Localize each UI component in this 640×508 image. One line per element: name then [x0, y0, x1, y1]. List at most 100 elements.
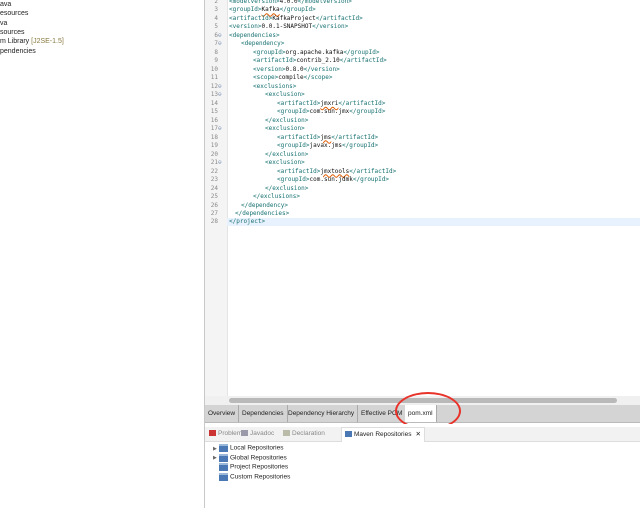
view-tab-javadoc[interactable]: Javadoc [241, 427, 274, 441]
xml-text: 4.0.0 [279, 0, 298, 5]
view-tab-declaration[interactable]: Declaration [283, 427, 325, 441]
editor-tab-overview[interactable]: Overview [205, 405, 240, 422]
tree-item[interactable]: esources [0, 10, 28, 17]
line-number: 13⊖ [205, 91, 225, 98]
xml-tag: </groupId> [349, 108, 386, 116]
line-number: 11 [205, 74, 225, 81]
code-line[interactable]: </exclusion> [265, 185, 308, 192]
line-number: 9 [205, 57, 225, 64]
line-number-gutter: 2 3 4 5 6⊖ 7⊖ 8 9 10 11 12⊖ 13⊖ 14 15 16 17⊖ 18 19 20 21⊖ 22… [205, 0, 228, 398]
xml-text: com.sun.jdmk [309, 176, 353, 184]
xml-text: javax.jms [309, 142, 343, 150]
line-number-text: 8 [214, 48, 218, 56]
line-number-text: 22 [210, 167, 218, 175]
line-number: 4 [205, 15, 225, 22]
repository-node[interactable]: ▶ Local Repositories [213, 444, 283, 452]
tree-item[interactable]: pendencies [0, 48, 36, 55]
fold-toggle-icon[interactable]: ⊖ [218, 32, 222, 39]
tree-item-label: va [0, 19, 8, 27]
fold-toggle-icon[interactable]: ⊖ [218, 83, 222, 90]
pom-xml-editor[interactable]: 2 3 4 5 6⊖ 7⊖ 8 9 10 11 12⊖ 13⊖ 14 15 16 17⊖ 18 19 20 21⊖ 22… [205, 0, 640, 398]
code-line[interactable]: <groupId>com.sun.jmx</groupId> [277, 108, 385, 115]
tree-item-label: sources [0, 28, 25, 36]
tree-item[interactable]: m Library [J2SE-1.5] [0, 38, 64, 45]
xml-tag: </version> [303, 65, 340, 73]
line-number-text: 27 [210, 210, 218, 217]
xml-text: compile [278, 74, 304, 82]
line-number: 19 [205, 142, 225, 149]
code-line[interactable]: <groupId>com.sun.jdmk</groupId> [277, 176, 389, 183]
xml-text: jms [320, 133, 332, 141]
code-line[interactable]: <groupId>javax.jms</groupId> [277, 142, 378, 149]
xml-tag: <artifactId> [277, 133, 321, 141]
xml-tag: </artifactId> [315, 14, 363, 22]
repository-label: Global Repositories [230, 454, 287, 462]
repository-node[interactable]: ▶ Global Repositories [213, 453, 287, 462]
line-number: 7⊖ [205, 40, 225, 47]
code-line[interactable]: <dependencies> [229, 32, 280, 39]
line-number-text: 24 [210, 184, 218, 192]
code-line[interactable]: <groupId>org.apache.kafka</groupId> [253, 49, 379, 56]
xml-tag: </exclusion> [265, 116, 309, 124]
view-tab-maven-repositories[interactable]: Maven Repositories ✕ [341, 427, 425, 442]
line-number: 16 [205, 117, 225, 124]
repository-icon [219, 463, 228, 471]
code-line[interactable]: </project> [229, 218, 265, 225]
view-tab-problems[interactable]: Problems [209, 427, 245, 441]
code-line[interactable]: <version>0.0.1-SNAPSHOT</version> [229, 23, 348, 30]
line-number-text: 9 [214, 57, 218, 65]
code-line[interactable]: </dependencies> [235, 210, 289, 217]
line-number-text: 13 [210, 91, 218, 99]
line-number-text: 20 [210, 150, 218, 158]
xml-tag: <artifactId> [253, 57, 297, 65]
code-line[interactable]: <artifactId>jmxri</artifactId> [277, 100, 385, 107]
xml-tag: </project> [229, 218, 266, 226]
line-number-text: 23 [210, 176, 218, 184]
repository-node[interactable]: Custom Repositories [213, 472, 290, 481]
code-line[interactable]: <artifactId>KafkaProject</artifactId> [229, 15, 363, 22]
line-number: 10 [205, 66, 225, 73]
code-line[interactable]: </exclusions> [253, 193, 300, 200]
code-line[interactable]: <exclusion> [265, 91, 305, 98]
tree-item[interactable]: sources [0, 29, 25, 36]
code-line[interactable]: <artifactId>jmxtools</artifactId> [277, 168, 396, 175]
tree-item[interactable]: va [0, 20, 7, 27]
code-line[interactable]: <groupId>Kafka</groupId> [229, 6, 316, 13]
editor-tab-dependencies[interactable]: Dependencies [239, 405, 288, 422]
line-number: 6⊖ [205, 32, 225, 39]
fold-toggle-icon[interactable]: ⊖ [218, 159, 222, 166]
code-line[interactable]: </exclusion> [265, 151, 308, 158]
fold-toggle-icon[interactable]: ⊖ [218, 125, 222, 132]
xml-text: org.apache.kafka [285, 48, 344, 56]
close-view-icon[interactable]: ✕ [415, 431, 420, 438]
xml-tag: </artifactId> [338, 99, 386, 107]
line-number-text: 25 [210, 193, 218, 201]
fold-toggle-icon[interactable]: ⊖ [218, 91, 222, 98]
code-line[interactable]: <scope>compile</scope> [253, 74, 333, 81]
code-line[interactable]: <version>0.8.0</version> [253, 66, 340, 73]
code-line[interactable]: <exclusion> [265, 159, 305, 166]
code-line[interactable]: <modelVersion>4.0.0</modelVersion> [229, 0, 352, 5]
xml-tag: </artifactId> [339, 57, 387, 65]
code-line[interactable]: <exclusion> [265, 125, 305, 132]
code-line[interactable]: <dependency> [241, 40, 284, 47]
xml-tag: <version> [229, 23, 262, 31]
line-number-text: 4 [214, 14, 218, 22]
xml-tag: <artifactId> [277, 99, 321, 107]
line-number-text: 11 [210, 74, 218, 82]
line-number-text: 26 [210, 201, 218, 209]
line-number-text: 21 [210, 159, 218, 167]
editor-tab-dependency-hierarchy[interactable]: Dependency Hierarchy [285, 405, 359, 422]
tree-item[interactable]: ava [0, 1, 11, 8]
repository-node[interactable]: Project Repositories [213, 463, 288, 471]
code-line[interactable]: <artifactId>jms</artifactId> [277, 134, 378, 141]
code-line[interactable]: <artifactId>contrib_2.10</artifactId> [253, 57, 387, 64]
repository-icon [219, 453, 228, 462]
fold-toggle-icon[interactable]: ⊖ [218, 40, 222, 47]
code-line[interactable]: <exclusions> [253, 83, 296, 90]
view-tab-label: Maven Repositories [354, 431, 412, 438]
maven-repositories-icon [345, 431, 352, 438]
code-line[interactable]: </dependency> [241, 202, 288, 209]
package-explorer: ava esources va sources m Library [J2SE-1.5]… [0, 0, 205, 508]
code-line[interactable]: </exclusion> [265, 117, 308, 124]
